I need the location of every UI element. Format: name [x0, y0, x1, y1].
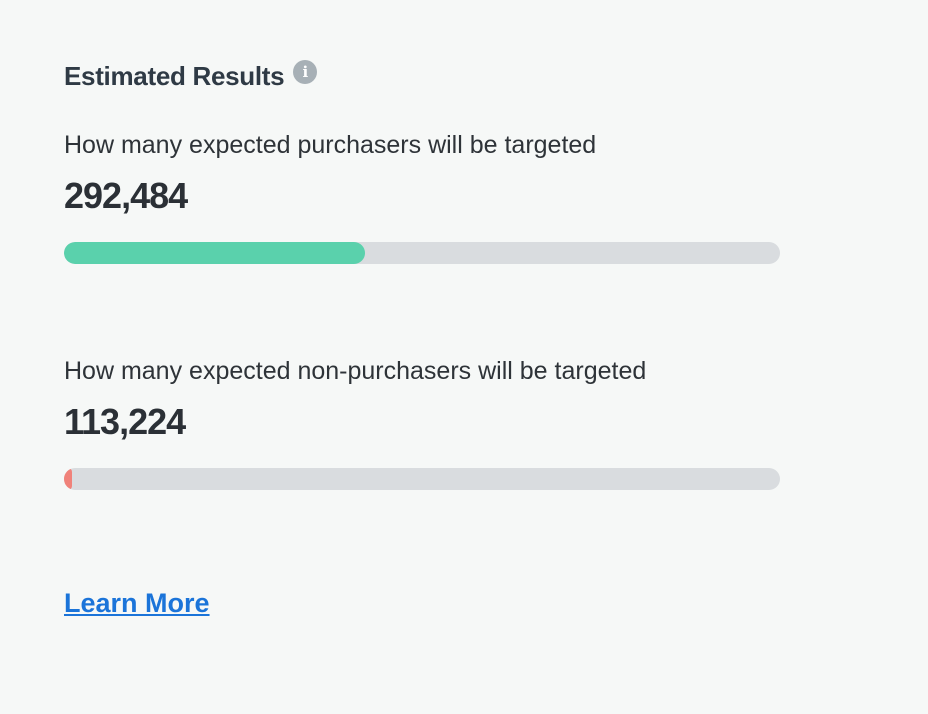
purchasers-metric: How many expected purchasers will be tar…	[64, 130, 780, 264]
non-purchasers-label: How many expected non-purchasers will be…	[64, 357, 647, 385]
purchasers-value: 292,484	[64, 175, 188, 216]
purchasers-progress-fill	[64, 242, 365, 264]
purchasers-label: How many expected purchasers will be tar…	[64, 131, 597, 159]
learn-more-link[interactable]: Learn More	[64, 588, 210, 619]
panel-header: Estimated Results i	[64, 58, 780, 94]
panel-title: Estimated Results	[64, 60, 285, 91]
info-icon[interactable]: i	[293, 60, 318, 84]
non-purchasers-metric: How many expected non-purchasers will be…	[64, 356, 780, 490]
purchasers-progress-bar	[64, 242, 780, 264]
estimated-results-panel: Estimated Results i How many expected pu…	[64, 58, 780, 490]
non-purchasers-value: 113,224	[64, 401, 186, 442]
non-purchasers-progress-fill	[64, 468, 72, 490]
non-purchasers-progress-bar	[64, 468, 780, 490]
